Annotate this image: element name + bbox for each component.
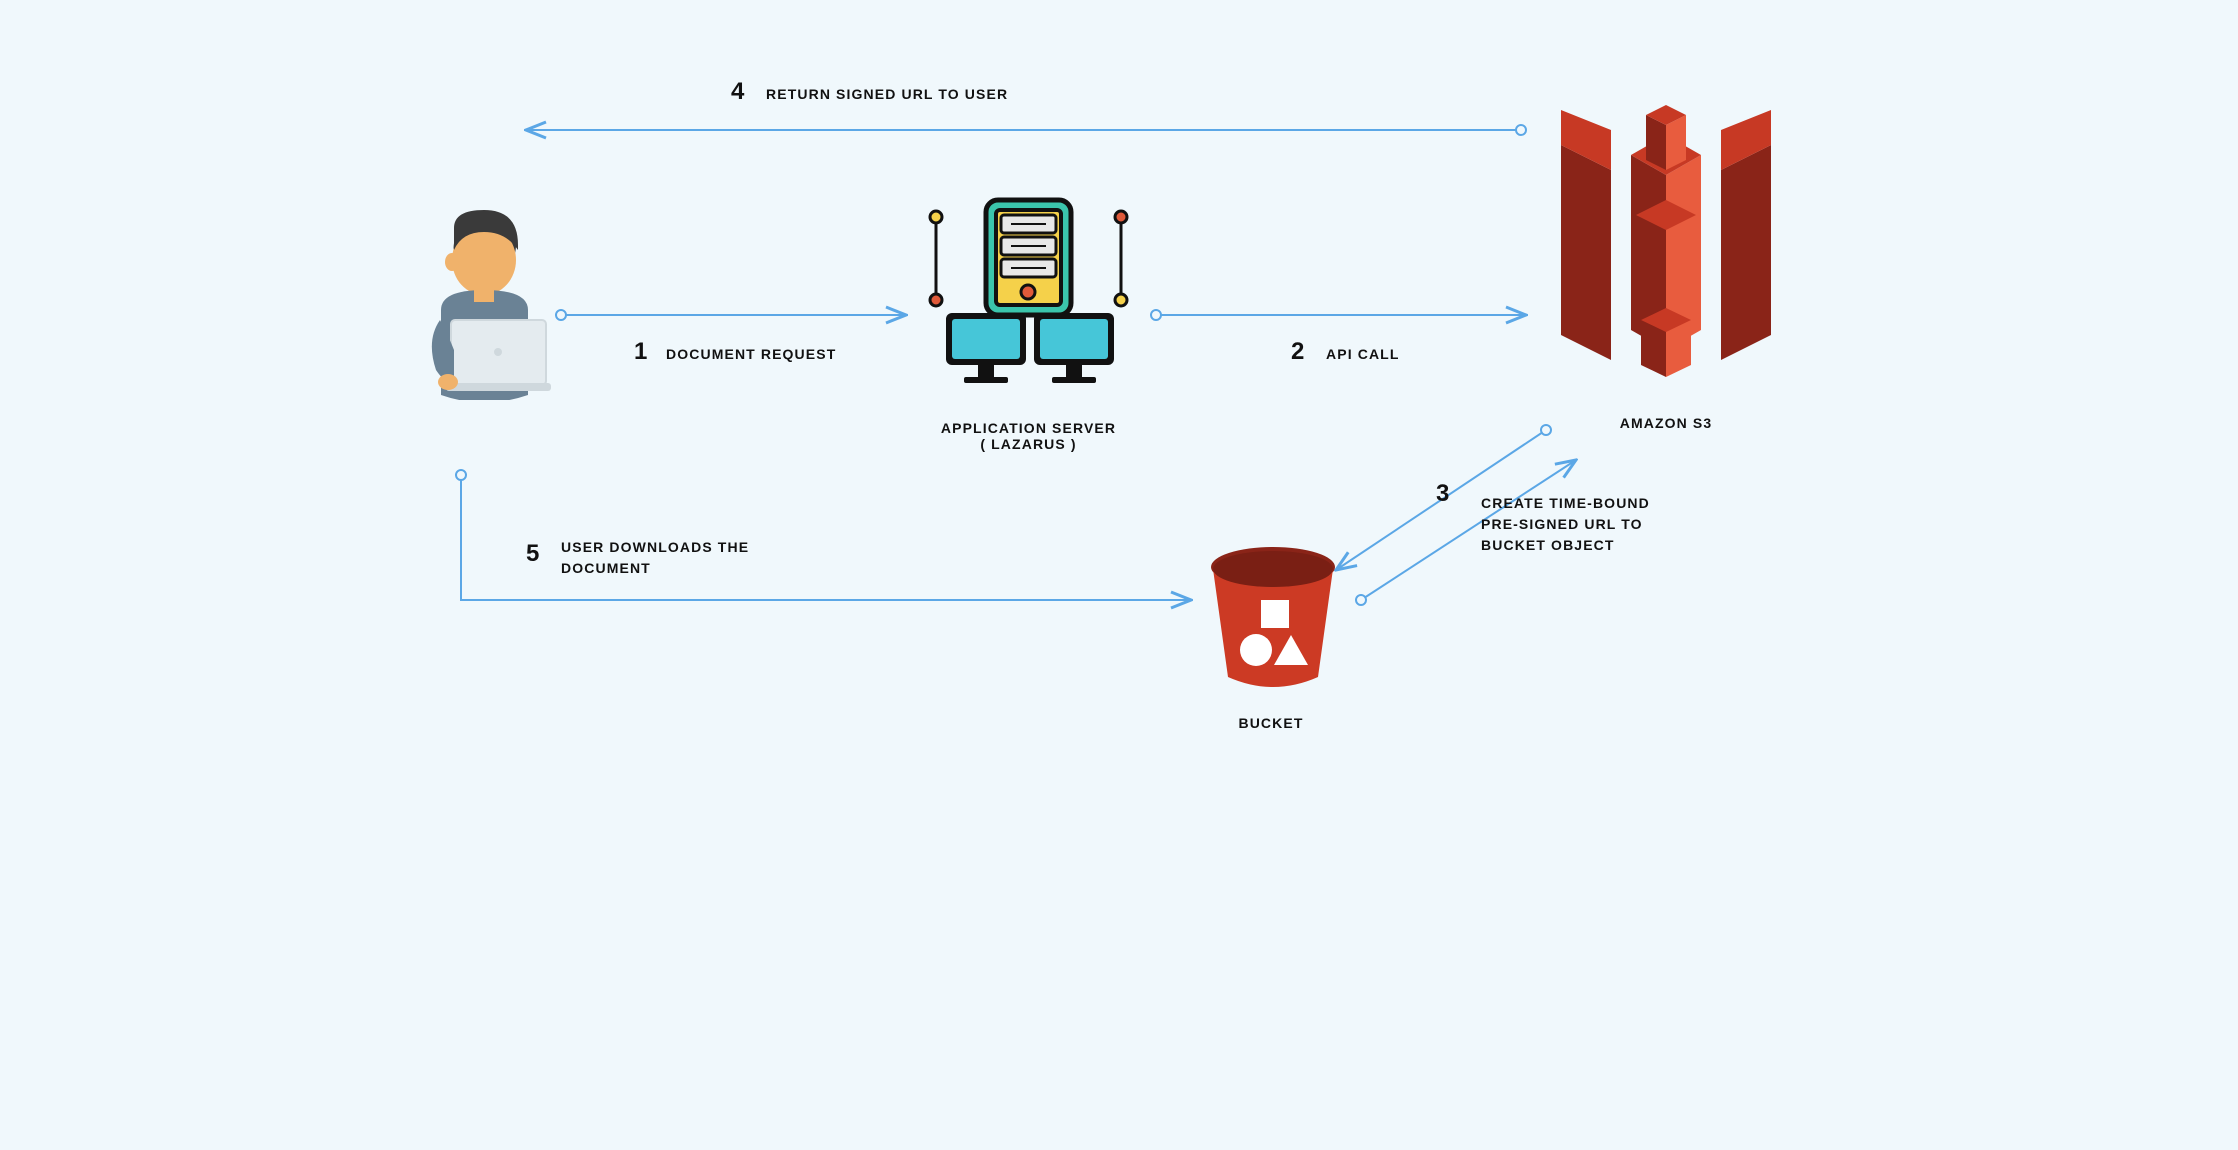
step-3-num: 3 (1436, 480, 1449, 508)
bucket-label: BUCKET (1181, 715, 1361, 731)
step-4-label: RETURN SIGNED URL TO USER (766, 86, 1008, 102)
step-5-label-line2: DOCUMENT (561, 558, 749, 579)
app-server-label: APPLICATION SERVER ( LAZARUS ) (916, 420, 1141, 452)
app-server-label-line2: ( LAZARUS ) (916, 436, 1141, 452)
app-server-label-line1: APPLICATION SERVER (916, 420, 1141, 436)
user-icon (396, 210, 556, 400)
step-1-num: 1 (634, 338, 647, 366)
server-icon (916, 195, 1141, 395)
step-4-num: 4 (731, 78, 744, 106)
s3-label: AMAZON S3 (1536, 415, 1796, 431)
step-3-label-line3: BUCKET OBJECT (1481, 535, 1650, 556)
step-5-num: 5 (526, 540, 539, 568)
step-2-label: API CALL (1326, 346, 1400, 362)
step-3-label-line1: CREATE TIME-BOUND (1481, 493, 1650, 514)
step-5-label: USER DOWNLOADS THE DOCUMENT (561, 537, 749, 579)
bucket-icon (1206, 545, 1341, 695)
step-1-label: DOCUMENT REQUEST (666, 346, 836, 362)
diagram-canvas: APPLICATION SERVER ( LAZARUS ) (351, 0, 1887, 790)
step-5-label-line1: USER DOWNLOADS THE (561, 537, 749, 558)
step-3-label: CREATE TIME-BOUND PRE-SIGNED URL TO BUCK… (1481, 493, 1650, 556)
step-3-label-line2: PRE-SIGNED URL TO (1481, 514, 1650, 535)
s3-icon (1536, 105, 1796, 385)
step-2-num: 2 (1291, 338, 1304, 366)
